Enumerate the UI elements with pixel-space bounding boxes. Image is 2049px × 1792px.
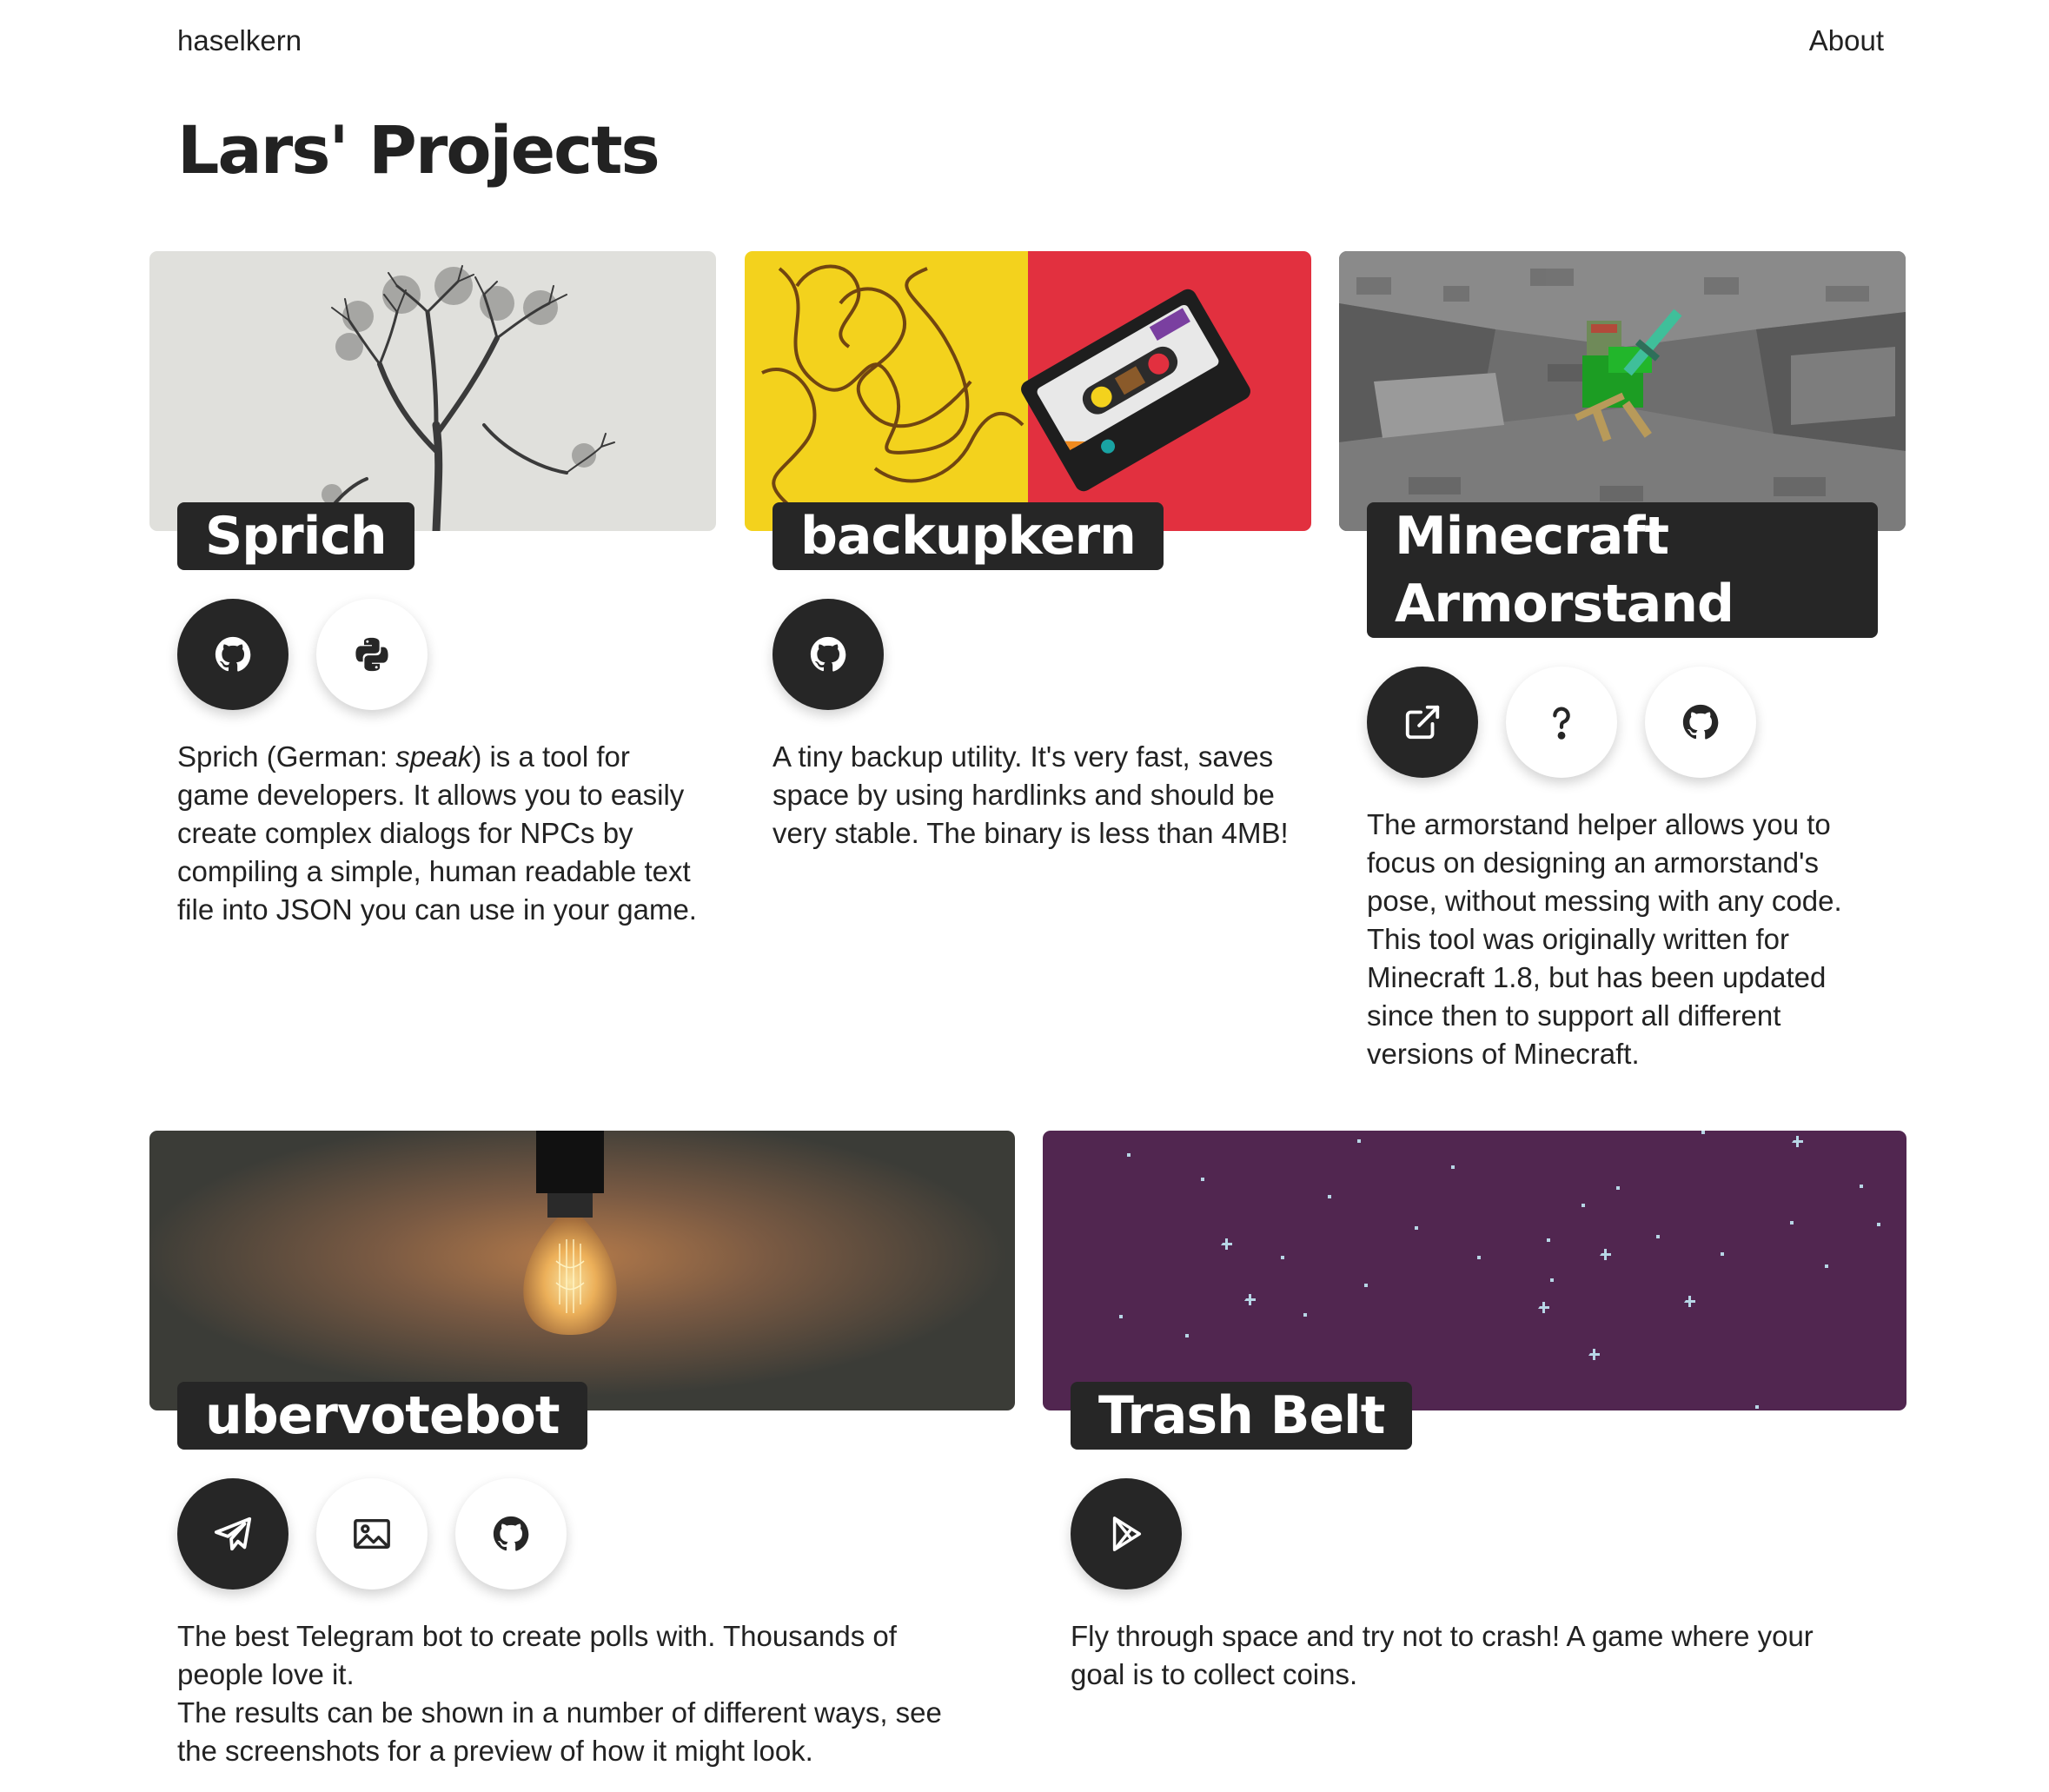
project-card-minecraft-armorstand: Minecraft Armorstand The armorstand help… — [1339, 251, 1906, 1085]
github-button[interactable] — [1645, 667, 1756, 778]
help-button[interactable] — [1506, 667, 1617, 778]
github-icon — [810, 636, 846, 672]
project-links — [1367, 667, 1756, 778]
project-image — [149, 251, 716, 531]
project-links — [177, 599, 428, 710]
play-store-button[interactable] — [1071, 1478, 1182, 1590]
project-description: The armorstand helper allows you to focu… — [1367, 808, 1842, 1070]
project-description: The best Telegram bot to create polls wi… — [177, 1617, 985, 1770]
project-card-ubervotebot: ubervotebot The best Telegram bot to cre… — [149, 1131, 1015, 1791]
project-links — [773, 599, 884, 710]
project-image — [745, 251, 1311, 531]
external-link-icon — [1405, 705, 1440, 740]
github-icon — [215, 636, 251, 672]
project-image — [1043, 1131, 1906, 1410]
project-image — [149, 1131, 1015, 1410]
project-image — [1339, 251, 1906, 531]
description-line: The best Telegram bot to create polls wi… — [177, 1620, 897, 1690]
project-links — [177, 1478, 567, 1590]
project-description: Fly through space and try not to crash! … — [1071, 1620, 1814, 1690]
project-title: Trash Belt — [1071, 1382, 1413, 1450]
project-title: ubervotebot — [177, 1382, 587, 1450]
image-icon — [354, 1518, 390, 1550]
github-button[interactable] — [455, 1478, 567, 1590]
github-icon — [1682, 704, 1719, 740]
github-icon — [493, 1516, 529, 1551]
description-line: The results can be shown in a number of … — [177, 1696, 942, 1767]
project-title: Minecraft Armorstand — [1367, 502, 1878, 638]
project-description: Sprich (German: speak) is a tool for gam… — [177, 740, 697, 926]
github-button[interactable] — [177, 599, 288, 710]
python-icon — [355, 637, 388, 672]
brand-link[interactable]: haselkern — [177, 24, 302, 57]
project-description: A tiny backup utility. It's very fast, s… — [773, 740, 1289, 849]
about-link[interactable]: About — [1809, 24, 1884, 57]
project-links — [1071, 1478, 1182, 1590]
page-title: Lars' Projects — [177, 111, 660, 189]
screenshots-button[interactable] — [316, 1478, 428, 1590]
project-title-line: Armorstand — [1395, 574, 1734, 634]
github-button[interactable] — [773, 599, 884, 710]
telegram-button[interactable] — [177, 1478, 288, 1590]
play-store-icon — [1112, 1517, 1142, 1551]
project-card-backupkern: backupkern A tiny backup utility. It's v… — [745, 251, 1311, 946]
project-title-line: Minecraft — [1395, 506, 1669, 567]
telegram-icon — [214, 1517, 252, 1551]
external-link-button[interactable] — [1367, 667, 1478, 778]
python-button[interactable] — [316, 599, 428, 710]
project-title: backupkern — [773, 502, 1164, 570]
question-icon — [1553, 707, 1570, 740]
project-card-trash-belt: Trash Belt Fly through space and try not… — [1043, 1131, 1906, 1739]
project-card-sprich: Sprich Sprich (German: speak) is a tool … — [149, 251, 716, 946]
project-title: Sprich — [177, 502, 414, 570]
